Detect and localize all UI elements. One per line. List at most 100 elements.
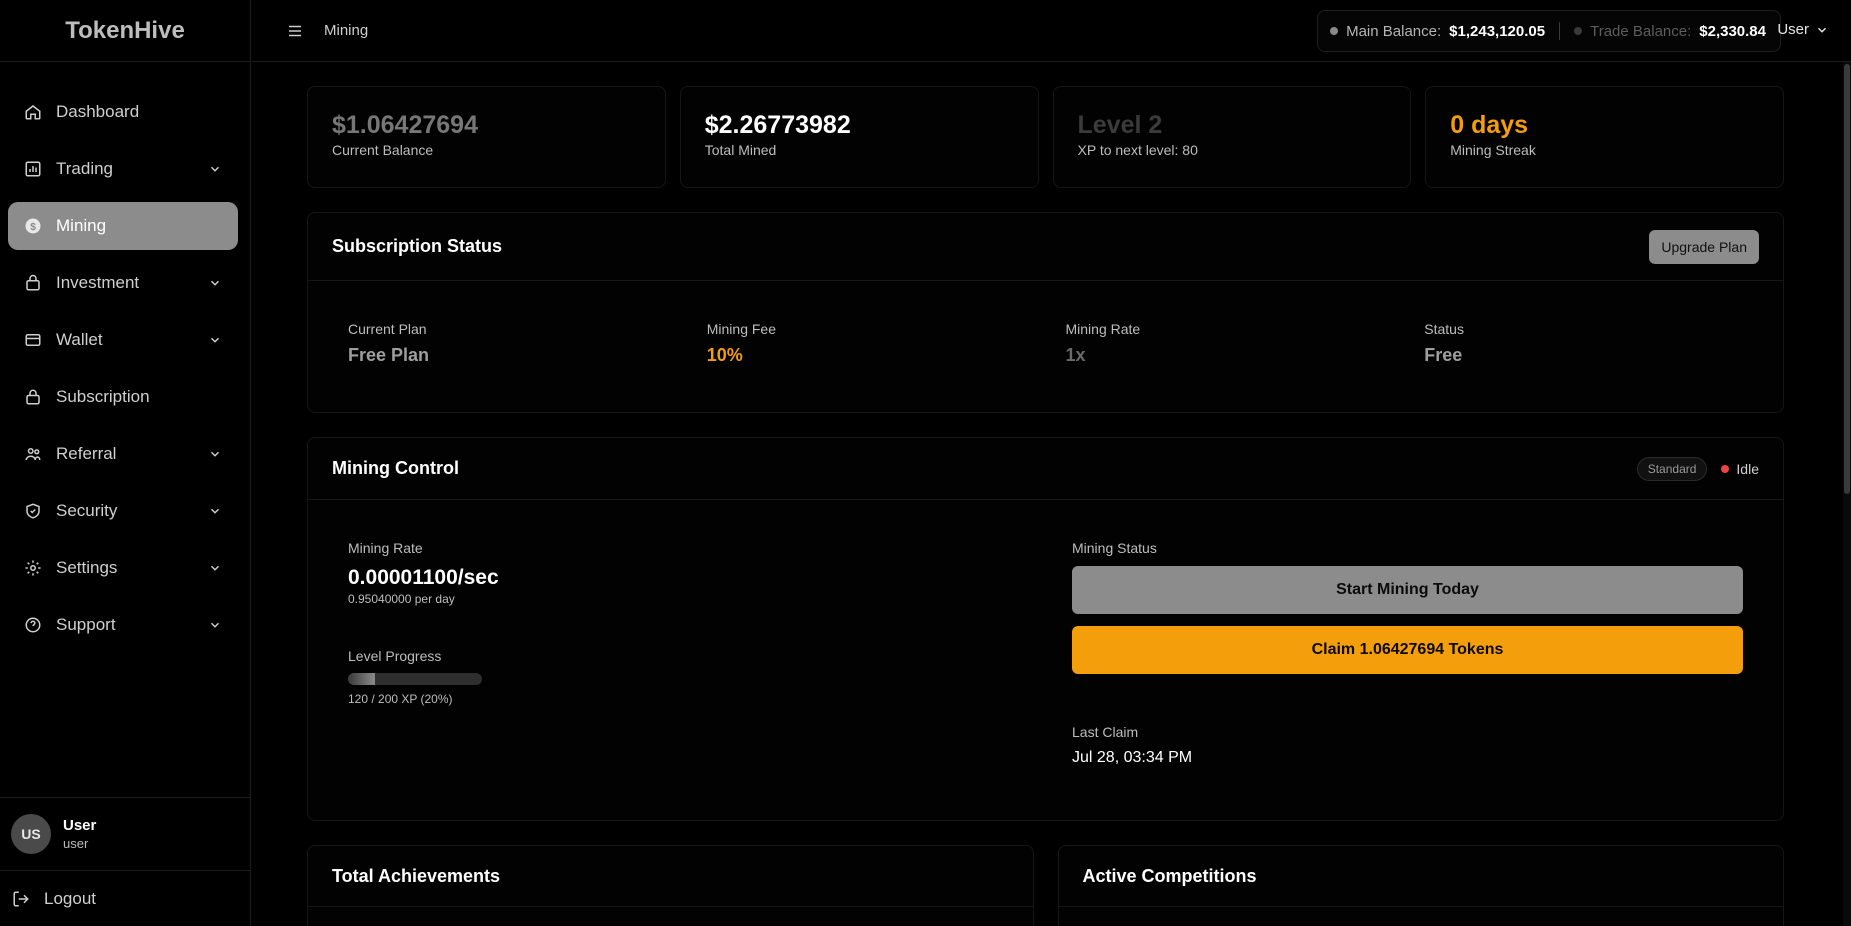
user-menu-button[interactable]: User [1777, 21, 1829, 38]
brand-logo[interactable]: TokenHive [0, 0, 250, 62]
mining-actions: Mining Status Start Mining Today Claim 1… [1072, 540, 1743, 820]
sidebar-nav: Dashboard Trading $ Mining Investment Wa… [0, 62, 250, 649]
chevron-down-icon [210, 508, 220, 514]
field-label: Mining Fee [706, 321, 777, 337]
chevron-down-icon [210, 451, 220, 457]
rate-per-day: 0.95040000 per day [348, 592, 455, 606]
last-claim-value: Jul 28, 03:34 PM [1072, 749, 1193, 766]
sidebar-item-settings[interactable]: Settings [8, 544, 238, 592]
sidebar-item-label: Investment [56, 273, 140, 292]
menu-toggle-button[interactable] [285, 21, 305, 41]
stat-card-total-mined: $2.26773982 Total Mined [679, 86, 1039, 188]
stat-value: 0 days [1450, 111, 1529, 139]
svg-text:$: $ [30, 221, 36, 233]
plan-field-mining-rate: Mining Rate 1x [1066, 321, 1425, 412]
chevron-down-icon [210, 280, 220, 286]
sidebar-item-label: Trading [56, 159, 114, 178]
sidebar-item-label: Settings [56, 558, 118, 577]
sidebar-item-dashboard[interactable]: Dashboard [8, 88, 238, 136]
trade-balance-value: $2,330.84 [1699, 22, 1766, 40]
stat-card-mining-streak: 0 days Mining Streak [1425, 86, 1784, 188]
top-header: Mining Main Balance: $1,243,120.05 Trade… [252, 0, 1851, 62]
upgrade-plan-button[interactable]: Upgrade Plan [1649, 229, 1759, 264]
status-dot [1721, 464, 1730, 473]
stat-label: Total Mined [704, 142, 777, 158]
briefcase-icon [24, 274, 42, 292]
mining-status-group: Standard Idle [1636, 456, 1759, 481]
sidebar-item-investment[interactable]: Investment [8, 259, 238, 307]
chevron-down-icon [210, 337, 220, 343]
chevron-down-icon [210, 622, 220, 628]
sidebar-item-wallet[interactable]: Wallet [8, 316, 238, 364]
balance-summary: Main Balance: $1,243,120.05 Trade Balanc… [1317, 10, 1781, 52]
level-progress-fill [348, 673, 375, 685]
bottom-cards: Total Achievements Active Competitions [307, 845, 1784, 926]
subscription-status-card: Subscription Status Upgrade Plan Current… [307, 212, 1784, 413]
sidebar-footer: US User user Logout [0, 797, 251, 926]
page-scrollbar[interactable] [1843, 62, 1851, 926]
sidebar-item-referral[interactable]: Referral [8, 430, 238, 478]
stat-value: $1.06427694 [332, 111, 478, 139]
status-text: Idle [1736, 460, 1759, 477]
chevron-down-icon [210, 166, 220, 172]
user-role: user [63, 836, 89, 851]
stat-label: Current Balance [332, 142, 434, 158]
mining-control-body: Mining Rate 0.00001100/sec 0.95040000 pe… [308, 500, 1783, 820]
main-balance-value: $1,243,120.05 [1449, 22, 1546, 40]
lock-icon [24, 388, 42, 406]
field-label: Status [1424, 321, 1464, 337]
stats-row: $1.06427694 Current Balance $2.26773982 … [307, 86, 1784, 188]
trade-balance-dot [1574, 27, 1583, 35]
sidebar-item-subscription[interactable]: Subscription [8, 373, 238, 421]
field-label: Mining Rate [1065, 321, 1141, 337]
rate-value: 0.00001100/sec [348, 566, 499, 589]
field-value: Free Plan [348, 345, 430, 365]
field-value: 10% [706, 345, 743, 365]
stat-card-level: Level 2 XP to next level: 80 [1052, 86, 1412, 188]
stat-label: XP to next level: 80 [1077, 142, 1198, 158]
users-icon [24, 445, 42, 463]
claim-tokens-button[interactable]: Claim 1.06427694 Tokens [1072, 626, 1743, 674]
start-mining-button[interactable]: Start Mining Today [1072, 566, 1743, 614]
main-balance-label: Main Balance: [1346, 22, 1442, 40]
competitions-card: Active Competitions [1057, 845, 1784, 926]
card-title: Mining Control [332, 458, 459, 478]
main-content: $1.06427694 Current Balance $2.26773982 … [307, 86, 1784, 926]
logout-button[interactable]: Logout [0, 870, 251, 926]
plan-details: Current Plan Free Plan Mining Fee 10% Mi… [308, 281, 1783, 412]
home-icon [24, 103, 42, 121]
sidebar-item-trading[interactable]: Trading [8, 145, 238, 193]
logout-icon [13, 891, 29, 906]
sidebar-item-label: Security [56, 501, 118, 520]
chart-icon [24, 160, 42, 178]
trade-balance-label: Trade Balance: [1590, 22, 1692, 40]
sidebar-item-security[interactable]: Security [8, 487, 238, 535]
user-card[interactable]: US User user [0, 797, 251, 870]
sidebar-item-label: Wallet [56, 330, 103, 349]
card-title: Subscription Status [332, 236, 503, 256]
sidebar-item-mining[interactable]: $ Mining [8, 202, 238, 250]
card-title: Total Achievements [308, 846, 1033, 907]
scrollbar-thumb[interactable] [1844, 64, 1850, 494]
mining-status-label: Mining Status [1072, 540, 1157, 556]
hamburger-icon [289, 25, 301, 36]
chevron-down-icon [1817, 27, 1827, 33]
field-value: 1x [1065, 345, 1086, 365]
field-label: Current Plan [348, 321, 427, 337]
tier-badge: Standard [1636, 456, 1708, 481]
stat-card-current-balance: $1.06427694 Current Balance [307, 86, 666, 188]
level-progress-bar [348, 673, 482, 685]
main-balance-dot [1330, 27, 1339, 35]
divider [1559, 22, 1561, 40]
achievements-card: Total Achievements [307, 845, 1034, 926]
sidebar-item-support[interactable]: Support [8, 601, 238, 649]
sidebar-item-label: Support [56, 615, 116, 634]
avatar: US [11, 814, 51, 854]
shield-icon [24, 502, 42, 520]
breadcrumb: Mining [324, 22, 369, 39]
dollar-circle-icon: $ [24, 217, 42, 235]
mining-control-card: Mining Control Standard Idle Mining Rate… [307, 437, 1784, 821]
user-name: User [63, 817, 97, 834]
logout-label: Logout [44, 888, 96, 908]
help-circle-icon [24, 616, 42, 634]
